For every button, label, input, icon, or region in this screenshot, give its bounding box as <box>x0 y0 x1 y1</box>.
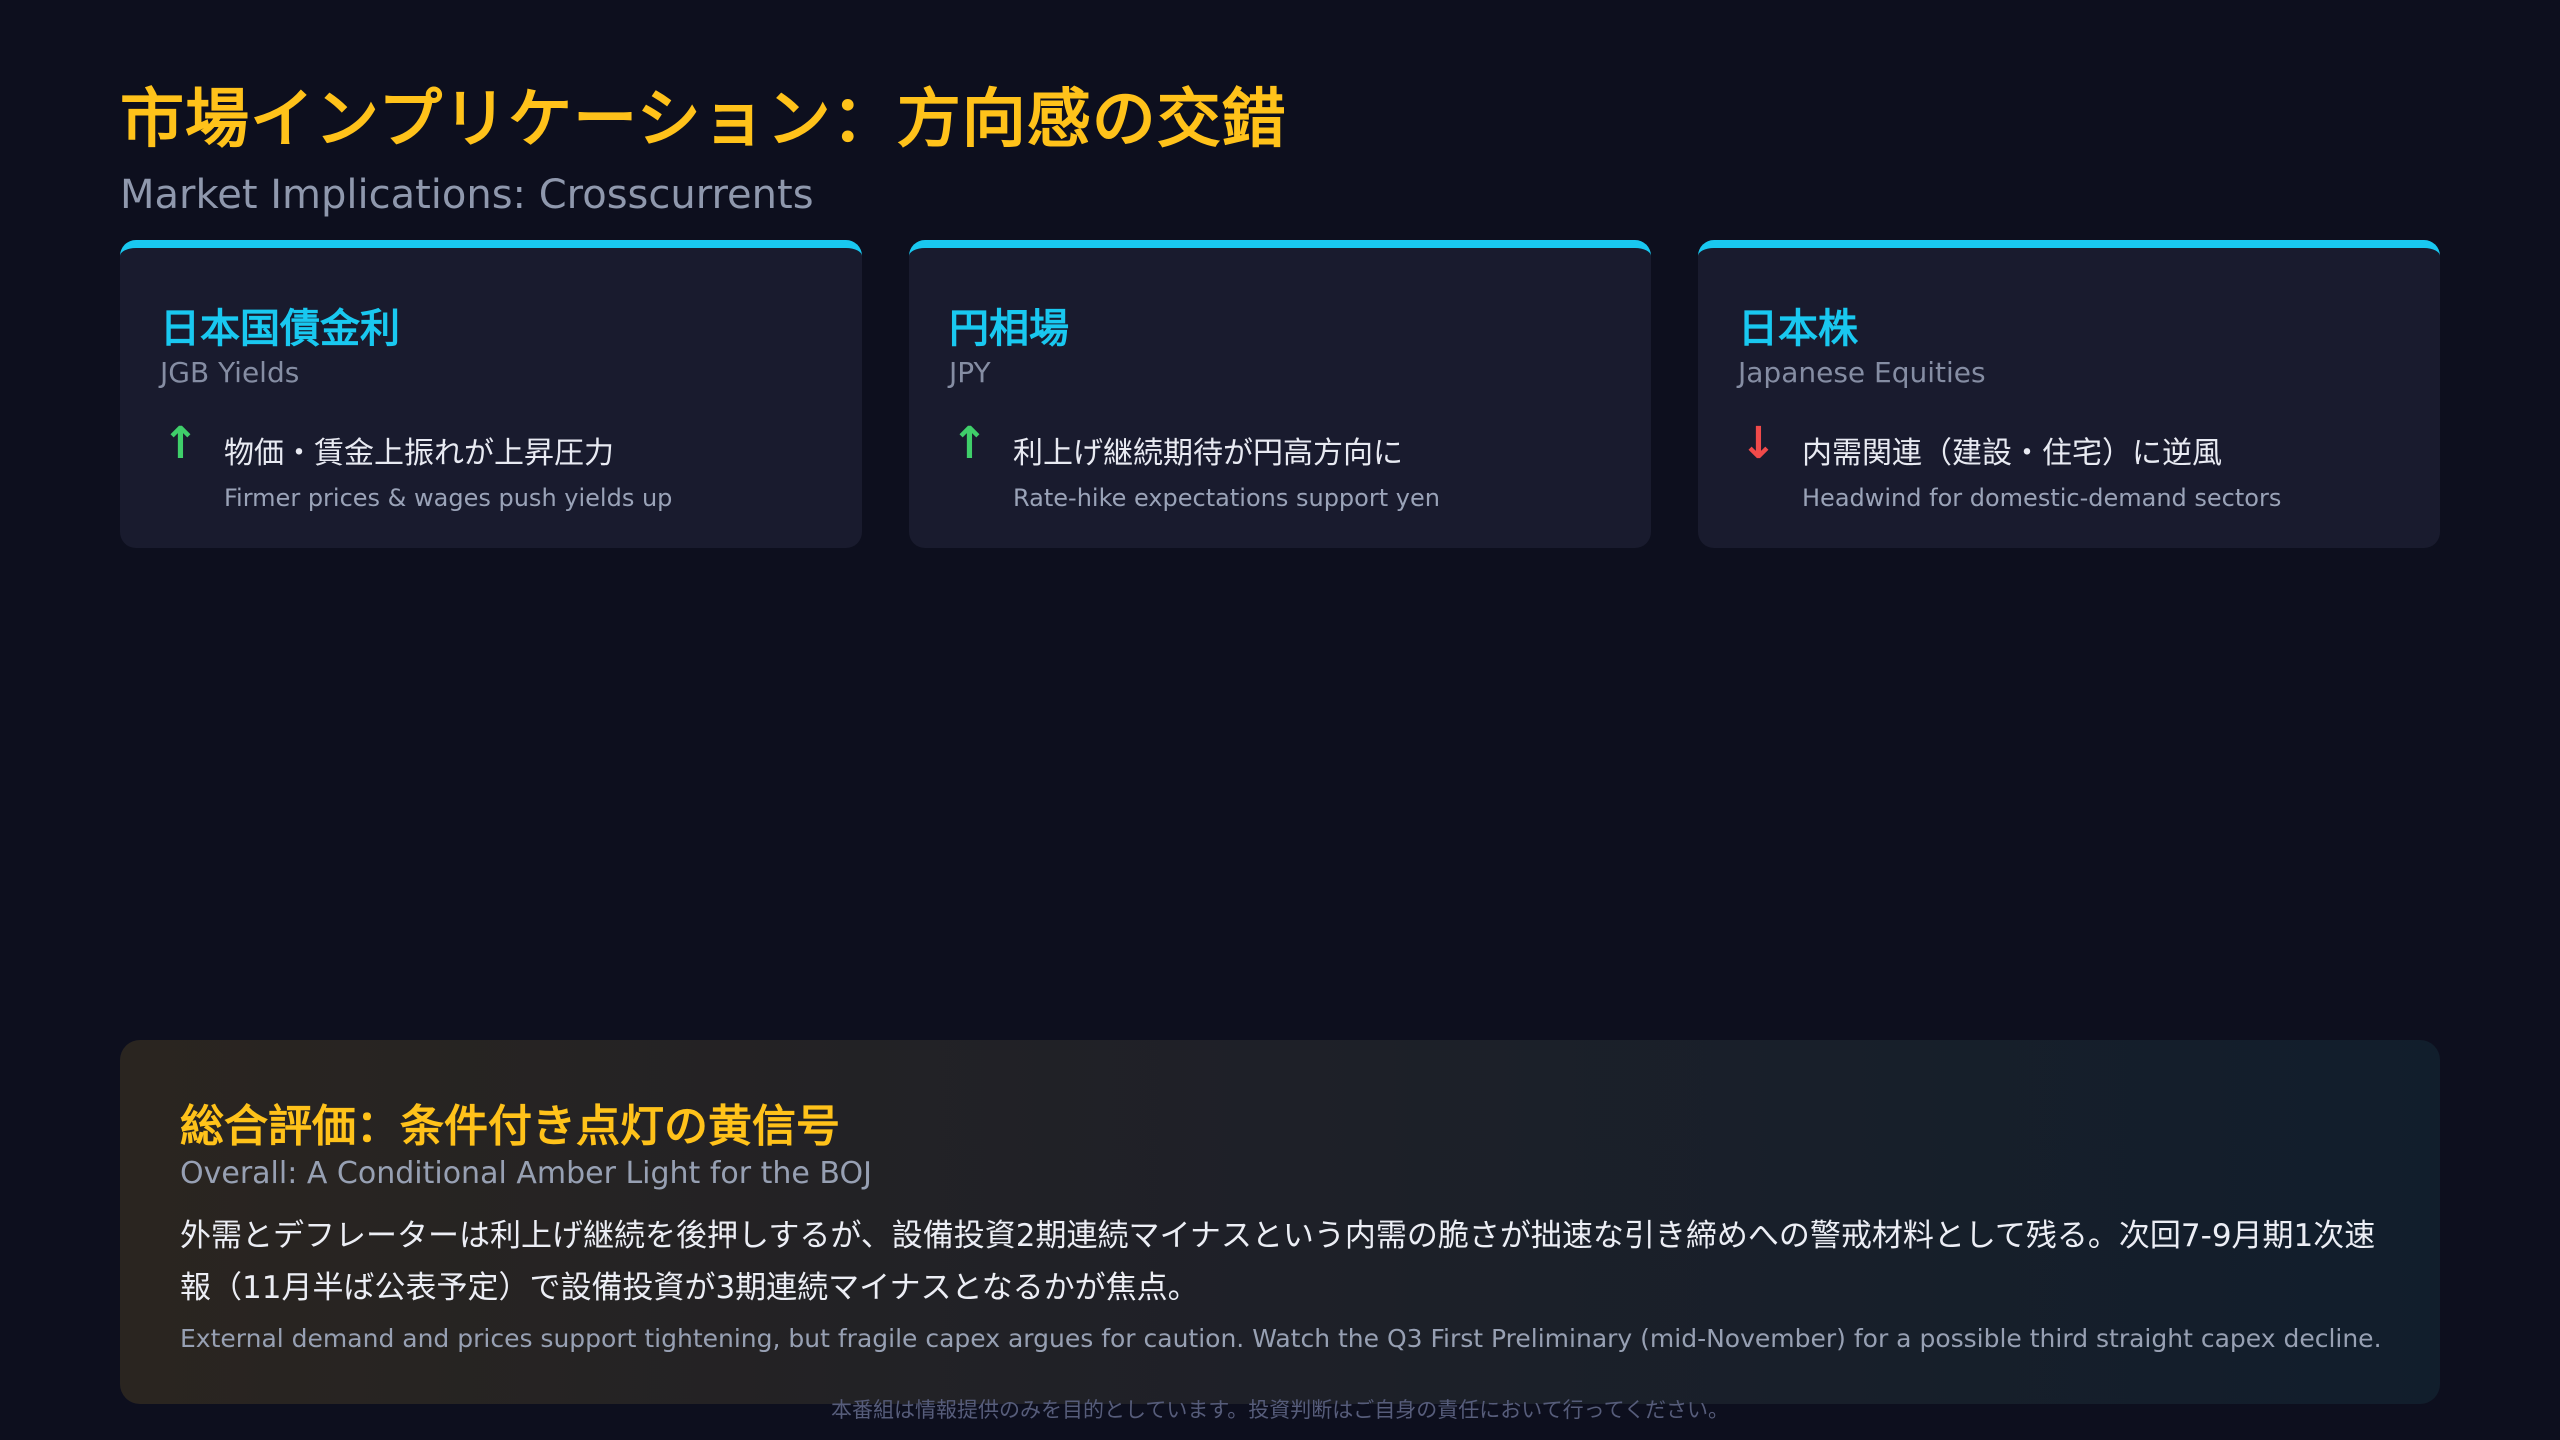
card-point: 内需関連（建設・住宅）に逆風 <box>1802 436 2222 471</box>
summary-body: 外需とデフレーターは利上げ継続を後押しするが、設備投資2期連続マイナスという内需… <box>180 1218 2376 1306</box>
disclaimer: 本番組は情報提供のみを目的としています。投資判断はご自身の責任において行ってくだ… <box>831 1398 1729 1422</box>
summary-panel: 総合評価：条件付き点灯の黄信号 Overall: A Conditional A… <box>120 1040 2440 1404</box>
page-title: 市場インプリケーション：方向感の交錯 <box>120 83 1287 157</box>
card-title: 円相場 <box>949 306 1069 352</box>
card-point-en: Rate-hike expectations support yen <box>1013 484 1440 512</box>
card-point: 物価・賃金上振れが上昇圧力 <box>224 436 614 471</box>
arrow-up-icon: ↑ <box>162 418 199 469</box>
card-japanese-equities: 日本株 Japanese Equities ↓ 内需関連（建設・住宅）に逆風 H… <box>1698 240 2440 548</box>
page-subtitle: Market Implications: Crosscurrents <box>120 172 814 218</box>
card-jpy: 円相場 JPY ↑ 利上げ継続期待が円高方向に Rate-hike expect… <box>909 240 1651 548</box>
card-subtitle: Japanese Equities <box>1738 356 1986 389</box>
card-subtitle: JGB Yields <box>160 356 300 389</box>
arrow-down-icon: ↓ <box>1740 418 1777 469</box>
card-point-en: Headwind for domestic-demand sectors <box>1802 484 2282 512</box>
card-title: 日本株 <box>1738 306 1858 352</box>
card-title: 日本国債金利 <box>160 306 400 352</box>
arrow-up-icon: ↑ <box>951 418 988 469</box>
summary-title: 総合評価：条件付き点灯の黄信号 <box>180 1101 840 1152</box>
card-point-en: Firmer prices & wages push yields up <box>224 484 673 512</box>
summary-body-en: External demand and prices support tight… <box>180 1324 2382 1353</box>
card-subtitle: JPY <box>949 356 991 389</box>
summary-subtitle: Overall: A Conditional Amber Light for t… <box>180 1156 872 1191</box>
card-jgb-yields: 日本国債金利 JGB Yields ↑ 物価・賃金上振れが上昇圧力 Firmer… <box>120 240 862 548</box>
implication-cards: 日本国債金利 JGB Yields ↑ 物価・賃金上振れが上昇圧力 Firmer… <box>120 240 2440 548</box>
card-point: 利上げ継続期待が円高方向に <box>1013 436 1403 471</box>
